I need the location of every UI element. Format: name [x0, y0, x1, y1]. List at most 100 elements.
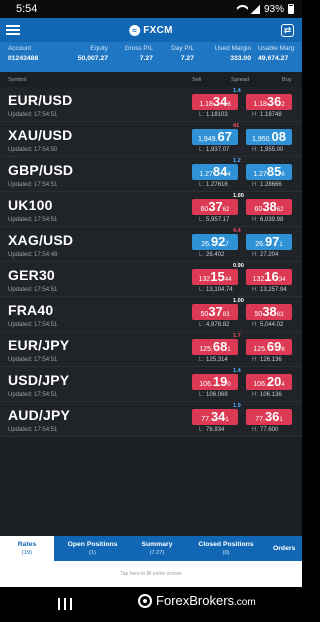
rate-updated: Updated: 17:54:48 — [8, 252, 58, 258]
rate-row[interactable]: FRA40 Updated: 17:54:51 1.00 50 37 83 50 38 83 L:… — [0, 297, 302, 332]
low-label: L: — [199, 322, 205, 328]
rate-row[interactable]: GBP/USD Updated: 17:54:51 1.2 1.27 84 4 1.27 85… — [0, 157, 302, 192]
buy-price-big: 38 — [262, 304, 277, 319]
buy-price-button[interactable]: 106. 20 4 — [246, 374, 292, 390]
rate-symbol: USD/JPY — [8, 372, 70, 388]
rate-row[interactable]: EUR/JPY Updated: 17:54:51 1.7 125. 68 1 125. 69… — [0, 332, 302, 367]
rate-low: L: 106.068 — [199, 392, 228, 398]
sell-price-button[interactable]: 26. 92 7 — [192, 234, 238, 250]
tab-summary[interactable]: Summary (7.27) — [131, 536, 183, 561]
sell-price-big: 84 — [212, 164, 228, 179]
rates-list[interactable]: EUR/USD Updated: 17:54:51 1.4 1.18 34 8 1.18 36… — [0, 87, 302, 525]
sell-price-prefix: 60 — [200, 206, 209, 213]
new-order-icon[interactable]: ⇄ — [281, 23, 294, 37]
rate-low: L: 1,937.07 — [199, 147, 229, 153]
buy-price-pip: 8 — [281, 347, 285, 353]
gross-pl-value: 7.27 — [139, 55, 153, 62]
header-symbol[interactable]: Symbol — [8, 77, 27, 83]
rate-row[interactable]: UK100 Updated: 17:54:51 1.00 60 37 62 60 38 62 L:… — [0, 192, 302, 227]
account-col-used-margin: Used Margin 333.00 — [194, 45, 251, 72]
header-sell[interactable]: Sell — [192, 77, 201, 83]
rate-row[interactable]: XAU/USD Updated: 17:54:50 41 1,949. 67 1,950.… — [0, 122, 302, 157]
buy-price-button[interactable]: 50 38 83 — [246, 304, 292, 320]
sell-price-button[interactable]: 125. 68 1 — [192, 339, 238, 355]
low-value: 5,957.17 — [206, 217, 230, 223]
sell-price-prefix: 132 — [198, 276, 211, 283]
sell-price-pip: 7 — [225, 242, 229, 248]
usable-margin-label: Usable Marg — [258, 45, 295, 52]
sell-price-button[interactable]: 77. 34 1 — [192, 409, 238, 425]
rate-high: H: 6,039.98 — [252, 217, 283, 223]
high-value: 106.136 — [260, 392, 282, 398]
sell-price-big: 34 — [212, 94, 228, 109]
rate-row[interactable]: XAG/USD Updated: 17:54:48 4.4 26. 92 7 26. 97 1 L… — [0, 227, 302, 262]
buy-price-button[interactable]: 60 38 62 — [246, 199, 292, 215]
equity-value: 50,007.27 — [77, 55, 108, 62]
buy-price-button[interactable]: 1,950. 08 — [246, 129, 292, 145]
tab-open-positions[interactable]: Open Positions (1) — [54, 536, 131, 561]
rate-high: H: 77.600 — [252, 427, 278, 433]
sell-price-button[interactable]: 60 37 62 — [192, 199, 238, 215]
buy-price-button[interactable]: 1.18 36 2 — [246, 94, 292, 110]
tab-summary-count: (7.27) — [149, 550, 165, 556]
rate-symbol: GBP/USD — [8, 162, 74, 178]
buy-price-button[interactable]: 1.27 85 6 — [246, 164, 292, 180]
buy-price-button[interactable]: 26. 97 1 — [246, 234, 292, 250]
sell-price-button[interactable]: 50 37 83 — [192, 304, 238, 320]
buy-price-pip: 1 — [279, 242, 283, 248]
tab-rates[interactable]: Rates (19) — [0, 536, 54, 561]
high-value: 1.18748 — [260, 112, 282, 118]
tab-orders[interactable]: Orders — [269, 536, 302, 561]
rate-low: L: 1.18103 — [199, 112, 228, 118]
brand-logo: ≈ FXCM — [129, 24, 173, 36]
header-buy[interactable]: Buy — [282, 77, 292, 83]
menu-icon[interactable] — [6, 25, 20, 35]
watermark-text: ForexBrokers.com — [156, 593, 256, 608]
rate-row[interactable]: GER30 Updated: 17:54:51 0.90 132 15 44 132 16 34… — [0, 262, 302, 297]
rate-low: L: 1.27616 — [199, 182, 228, 188]
low-value: 13,104.74 — [206, 287, 233, 293]
fullscreen-hint[interactable]: Tap here to fill entire screen — [0, 561, 302, 587]
sell-price-prefix: 1.18 — [199, 101, 213, 108]
low-label: L: — [199, 147, 205, 153]
sell-price-big: 15 — [210, 269, 225, 284]
buy-price-button[interactable]: 125. 69 8 — [246, 339, 292, 355]
gross-pl-label: Gross P/L — [124, 45, 153, 52]
rate-symbol: GER30 — [8, 267, 55, 283]
tab-closed-positions[interactable]: Closed Positions (0) — [183, 536, 269, 561]
buy-price-big: 69 — [266, 339, 282, 354]
sell-price-button[interactable]: 132 15 44 — [192, 269, 238, 285]
sell-price-button[interactable]: 1.18 34 8 — [192, 94, 238, 110]
sell-price-button[interactable]: 1.27 84 4 — [192, 164, 238, 180]
sell-price-big: 68 — [212, 339, 228, 354]
sell-price-button[interactable]: 106. 19 0 — [192, 374, 238, 390]
rate-row[interactable]: EUR/USD Updated: 17:54:51 1.4 1.18 34 8 1.18 36… — [0, 87, 302, 122]
sell-price-pip: 8 — [227, 102, 231, 108]
account-value: 01243488 — [8, 55, 39, 62]
sell-price-big: 37 — [208, 199, 223, 214]
recent-apps-icon[interactable] — [58, 598, 72, 610]
high-value: 126.136 — [260, 357, 282, 363]
rate-updated: Updated: 17:54:50 — [8, 147, 58, 153]
high-label: H: — [252, 357, 258, 363]
buy-price-button[interactable]: 77. 36 1 — [246, 409, 292, 425]
buy-price-big: 36 — [264, 409, 280, 424]
rate-high: H: 106.136 — [252, 392, 282, 398]
brand-name: FXCM — [143, 24, 173, 36]
buy-price-prefix: 26. — [255, 241, 265, 248]
wifi-icon — [235, 5, 246, 14]
low-label: L: — [199, 217, 205, 223]
sell-price-button[interactable]: 1,949. 67 — [192, 129, 238, 145]
header-spread[interactable]: Spread — [231, 77, 249, 83]
high-value: 13,257.94 — [260, 287, 287, 293]
rate-row[interactable]: AUD/JPY Updated: 17:54:51 1.9 77. 34 1 77. 36 1 L… — [0, 402, 302, 437]
buy-price-prefix: 106. — [253, 381, 267, 388]
rate-row[interactable]: USD/JPY Updated: 17:54:51 1.4 106. 19 0 106. 20… — [0, 367, 302, 402]
buy-price-pip: 2 — [281, 102, 285, 108]
sell-price-prefix: 1,949. — [198, 136, 218, 143]
signal-icon — [249, 4, 260, 14]
low-value: 4,978.82 — [206, 322, 230, 328]
rate-symbol: AUD/JPY — [8, 407, 71, 423]
buy-price-button[interactable]: 132 16 34 — [246, 269, 292, 285]
low-label: L: — [199, 427, 205, 433]
